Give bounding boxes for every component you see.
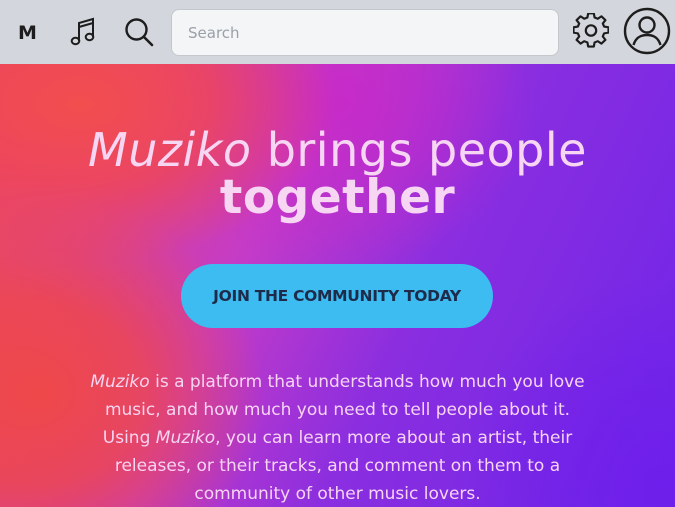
music-note-icon[interactable] (69, 17, 97, 47)
user-icon[interactable] (623, 7, 671, 55)
join-community-button[interactable]: JOIN THE COMMUNITY TODAY (181, 264, 493, 328)
hero-description: Muziko is a platform that understands ho… (80, 368, 595, 507)
search-input[interactable] (171, 9, 559, 56)
logo[interactable]: M (18, 22, 37, 44)
gear-icon[interactable] (573, 13, 609, 49)
desc-brand: Muziko (90, 372, 150, 392)
search-icon[interactable] (124, 17, 154, 47)
headline-strong: together (219, 170, 456, 225)
headline-rest: brings people (251, 123, 587, 177)
desc-brand: Muziko (155, 428, 216, 448)
headline-brand: Muziko (88, 123, 252, 177)
navbar: M (0, 0, 675, 64)
hero-headline: Muziko brings people together (0, 126, 675, 222)
